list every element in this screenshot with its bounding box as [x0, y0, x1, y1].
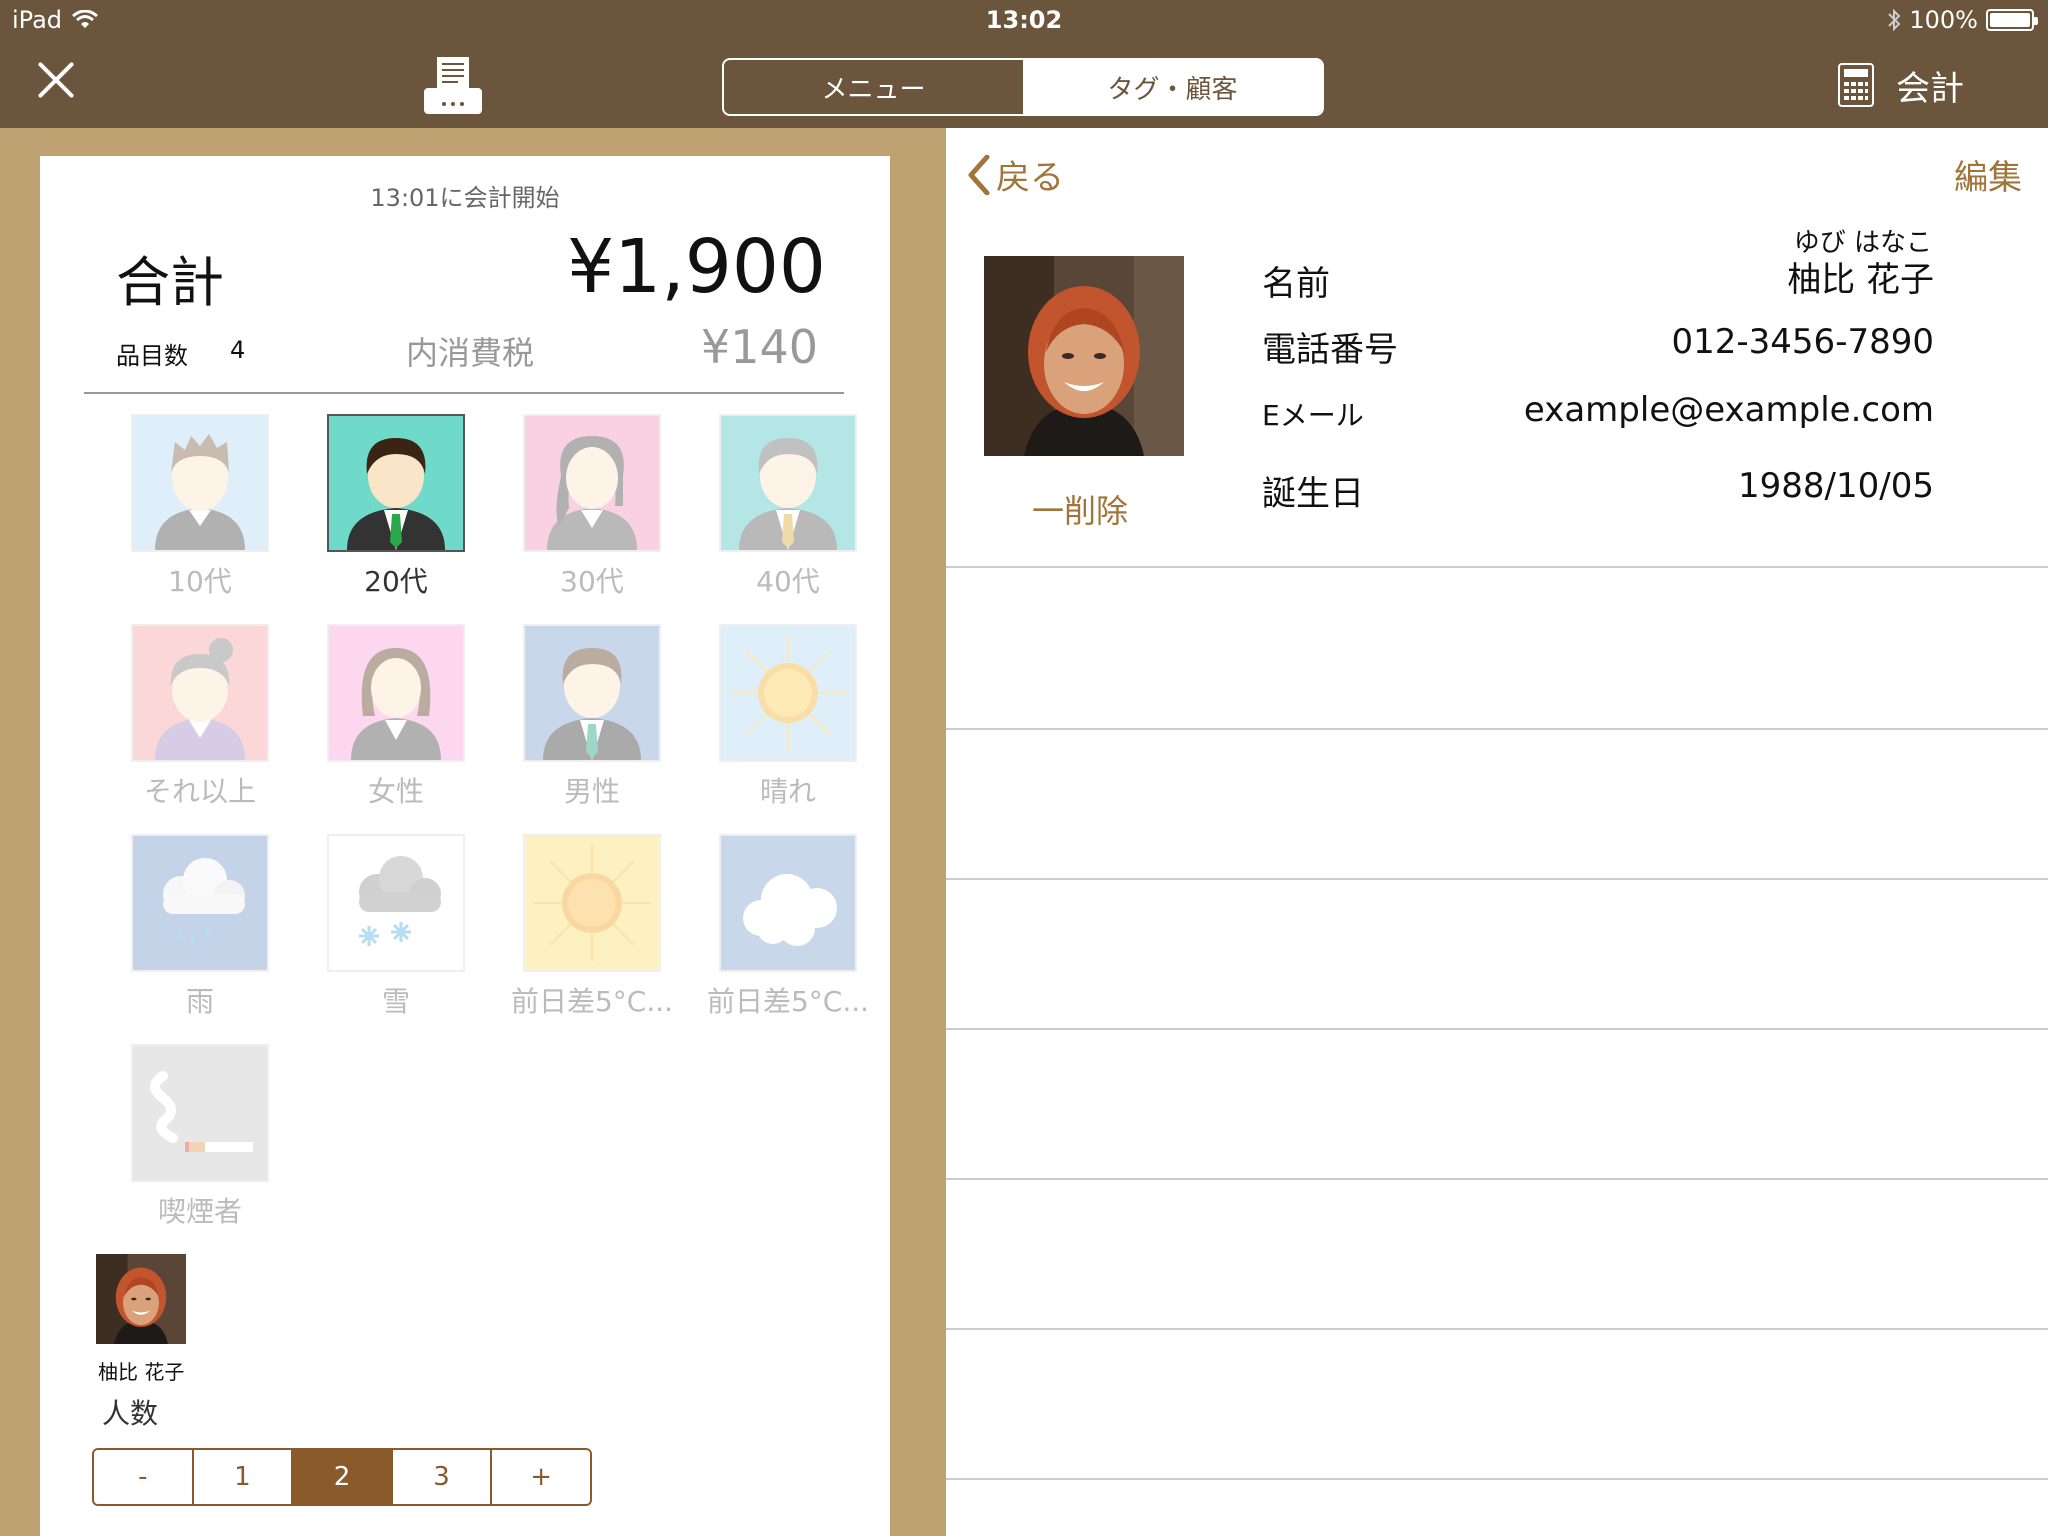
people-stepper: - 1 2 3 +	[92, 1448, 592, 1506]
battery-fill	[1990, 13, 2030, 27]
tab-tags-customers[interactable]: タグ・顧客	[1023, 60, 1322, 114]
twenties-avatar-icon	[327, 414, 465, 552]
rain-icon	[131, 834, 269, 972]
tag-older[interactable]: それ以上	[102, 624, 298, 834]
row-separator	[946, 1178, 2048, 1180]
row-separator	[946, 728, 2048, 730]
tag-thirties[interactable]: 30代	[494, 414, 690, 624]
tag-label: 雨	[185, 985, 214, 1018]
tag-label: 喫煙者	[157, 1195, 242, 1228]
tag-label: 30代	[560, 565, 624, 598]
cigarette-icon	[131, 1044, 269, 1182]
item-count-value: 4	[230, 336, 246, 364]
people-option-1[interactable]: 1	[193, 1450, 294, 1504]
hot-sun-icon	[523, 834, 661, 972]
tag-temp-warmer[interactable]: 前日差5°C...	[494, 834, 690, 1044]
row-separator	[946, 1478, 2048, 1480]
edit-button[interactable]: 編集	[1954, 150, 2022, 199]
status-bar: iPad 13:02 100%	[0, 0, 2048, 40]
calculator-icon	[1838, 63, 1874, 107]
battery-icon	[1986, 9, 2038, 31]
email-label: Eメール	[1262, 399, 1364, 432]
checkout-button[interactable]: 会計	[1838, 56, 1964, 114]
people-decrement-button[interactable]: -	[94, 1450, 194, 1504]
people-count-label: 人数	[102, 1397, 159, 1430]
row-separator	[946, 878, 2048, 880]
customer-detail-panel: 戻る 編集 一削除 ゆび はなこ 名前 柚比 花子 電話番号 012-3456-…	[946, 128, 2048, 1536]
senior-avatar-icon	[131, 624, 269, 762]
tag-forties[interactable]: 40代	[690, 414, 886, 624]
tag-twenties[interactable]: 20代	[298, 414, 494, 624]
battery-percent: 100%	[1909, 6, 1978, 34]
segmented-control: メニュー タグ・顧客	[722, 58, 1324, 116]
tag-temp-cooler[interactable]: 前日差5°C...	[690, 834, 886, 1044]
name-label: 名前	[1262, 264, 1330, 304]
tag-label: 晴れ	[759, 775, 816, 808]
row-separator	[946, 566, 2048, 568]
tag-label: 男性	[563, 775, 620, 808]
tax-value: ¥140	[700, 320, 818, 374]
birthday-value: 1988/10/05	[1738, 466, 1934, 506]
tag-label: 雪	[381, 985, 410, 1018]
tag-male[interactable]: 男性	[494, 624, 690, 834]
male-avatar-icon	[523, 624, 661, 762]
delete-photo-button[interactable]: 一削除	[1032, 486, 1128, 532]
people-option-3[interactable]: 3	[392, 1450, 493, 1504]
people-option-2[interactable]: 2	[293, 1450, 393, 1504]
tag-sunny[interactable]: 晴れ	[690, 624, 886, 834]
name-value: 柚比 花子	[1787, 260, 1934, 300]
cloud-icon	[719, 834, 857, 972]
back-label: 戻る	[996, 158, 1064, 198]
phone-label: 電話番号	[1262, 330, 1398, 370]
chevron-left-icon	[968, 154, 990, 195]
tag-label: 40代	[756, 565, 820, 598]
email-value: example@example.com	[1523, 390, 1934, 430]
people-increment-button[interactable]: +	[492, 1450, 590, 1504]
tag-label: 女性	[367, 775, 424, 808]
row-separator	[946, 1328, 2048, 1330]
total-label: 合計	[116, 251, 224, 314]
tag-snow[interactable]: 雪	[298, 834, 494, 1044]
tag-teens[interactable]: 10代	[102, 414, 298, 624]
tag-label: 10代	[168, 565, 232, 598]
tax-label: 内消費税	[406, 334, 535, 372]
divider	[84, 392, 844, 394]
status-time: 13:02	[985, 6, 1063, 34]
bluetooth-icon	[1888, 8, 1901, 32]
customer-chip-name: 柚比 花子	[98, 1360, 185, 1384]
status-right: 100%	[1887, 6, 2038, 34]
sun-icon	[719, 624, 857, 762]
tag-grid: 10代 20代 30代 40代 それ以上 女性 男性 晴れ 雨 雪 前日差5°C…	[102, 414, 882, 1254]
forties-avatar-icon	[719, 414, 857, 552]
nav-bar: メニュー タグ・顧客 会計	[0, 40, 2048, 128]
printer-icon[interactable]	[422, 54, 484, 116]
tag-label: それ以上	[143, 775, 256, 808]
row-separator	[946, 1028, 2048, 1030]
close-icon[interactable]	[36, 60, 76, 100]
female-avatar-icon	[327, 624, 465, 762]
customer-thumbnail[interactable]	[96, 1254, 186, 1344]
thirties-avatar-icon	[523, 414, 661, 552]
total-value: ¥1,900	[567, 224, 826, 310]
tag-label: 前日差5°C...	[706, 985, 870, 1018]
tag-smoker[interactable]: 喫煙者	[102, 1044, 298, 1254]
customer-photo	[984, 256, 1184, 456]
item-count-label: 品目数	[116, 342, 188, 370]
receipt-panel: 13:01に会計開始 合計 ¥1,900 品目数 4 内消費税 ¥140 10代…	[40, 156, 890, 1536]
tag-label: 20代	[364, 565, 428, 598]
tab-menu[interactable]: メニュー	[724, 60, 1023, 114]
checkout-start-time: 13:01に会計開始	[370, 184, 560, 212]
checkout-label: 会計	[1896, 68, 1964, 109]
tag-rain[interactable]: 雨	[102, 834, 298, 1044]
teen-avatar-icon	[131, 414, 269, 552]
back-button[interactable]: 戻る	[968, 150, 1064, 199]
tag-female[interactable]: 女性	[298, 624, 494, 834]
snow-icon	[327, 834, 465, 972]
tag-label: 前日差5°C...	[510, 985, 674, 1018]
phone-value: 012-3456-7890	[1671, 322, 1935, 362]
birthday-label: 誕生日	[1262, 474, 1364, 514]
